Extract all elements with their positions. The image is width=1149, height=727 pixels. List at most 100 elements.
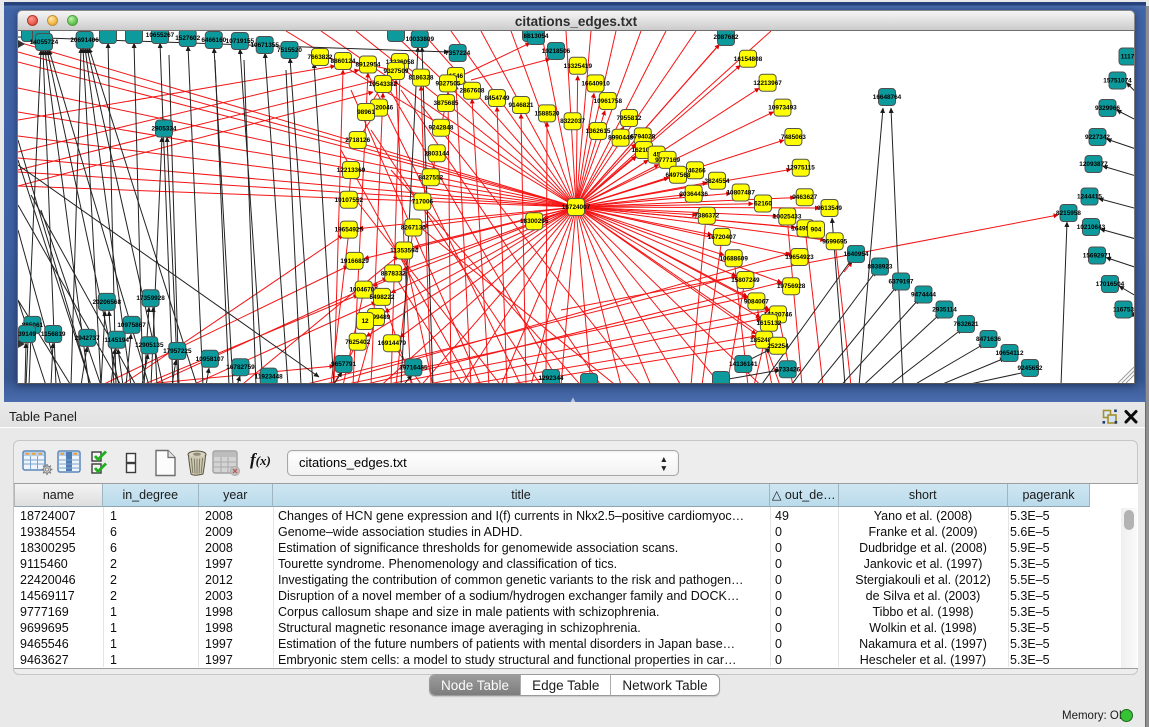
svg-text:16640910: 16640910 [581,80,610,87]
svg-text:12975115: 12975115 [787,165,816,172]
svg-text:9245652: 9245652 [1018,365,1043,372]
svg-text:6379197: 6379197 [889,279,914,286]
svg-text:17359928: 17359928 [136,295,165,302]
svg-text:8267130: 8267130 [401,225,426,232]
svg-text:15720407: 15720407 [708,234,737,241]
svg-text:6466160: 6466160 [201,37,226,44]
svg-text:9463627: 9463627 [792,194,817,201]
svg-text:9227342: 9227342 [1085,134,1110,141]
svg-text:1362615: 1362615 [586,128,611,135]
svg-text:18300295: 18300295 [520,218,549,225]
svg-text:2087682: 2087682 [714,34,739,41]
svg-text:14136141: 14136141 [729,361,758,368]
svg-text:7663822: 7663822 [308,54,333,61]
svg-text:19756928: 19756928 [777,283,806,290]
svg-text:9474444: 9474444 [911,292,936,299]
svg-text:7386372: 7386372 [694,213,719,220]
svg-text:9146821: 9146821 [509,102,534,109]
svg-text:16914479: 16914479 [378,340,407,347]
svg-text:8813054: 8813054 [524,33,549,40]
svg-text:1640954: 1640954 [844,251,869,258]
svg-text:3875685: 3875685 [434,100,459,107]
svg-text:17957225: 17957225 [163,348,192,355]
svg-text:19218506: 19218506 [542,48,571,55]
svg-text:10973493: 10973493 [768,105,797,112]
svg-text:98961: 98961 [357,109,375,116]
svg-text:1733426: 1733426 [775,366,800,373]
svg-text:10958107: 10958107 [196,356,225,363]
svg-text:9084067: 9084067 [744,298,769,305]
svg-text:62160: 62160 [754,201,772,208]
svg-text:1244415: 1244415 [1077,194,1102,201]
svg-text:9242848: 9242848 [429,125,454,132]
svg-text:252254: 252254 [767,343,789,350]
svg-text:15692971: 15692971 [1083,253,1112,260]
svg-text:9613549: 9613549 [817,205,842,212]
svg-text:1145194: 1145194 [104,337,129,344]
svg-text:2803144: 2803144 [424,150,449,157]
svg-text:8186328: 8186328 [409,75,434,82]
svg-text:39149: 39149 [18,331,36,338]
svg-text:10033809: 10033809 [406,36,435,43]
svg-text:7485063: 7485063 [781,134,806,141]
svg-text:18724007: 18724007 [562,204,591,211]
svg-text:9777169: 9777169 [655,157,680,164]
svg-text:10975867: 10975867 [117,322,146,329]
svg-text:20364436: 20364436 [679,191,708,198]
svg-text:12093877: 12093877 [1079,161,1108,168]
svg-text:1615132: 1615132 [756,320,781,327]
svg-text:20206568: 20206568 [93,299,122,306]
svg-text:16648764: 16648764 [873,94,902,101]
svg-text:8454749: 8454749 [485,95,510,102]
svg-text:12213967: 12213967 [753,80,782,87]
svg-text:10807487: 10807487 [726,190,755,197]
svg-text:7632621: 7632621 [954,321,979,328]
svg-text:15751074: 15751074 [1103,78,1132,85]
svg-text:8215958: 8215958 [1056,210,1081,217]
svg-text:10107552: 10107552 [335,197,364,204]
svg-text:7515520: 7515520 [277,47,302,54]
svg-text:19166829: 19166829 [340,258,369,265]
svg-text:2718126: 2718126 [345,137,370,144]
svg-text:19654925: 19654925 [335,227,364,234]
svg-text:19716485: 19716485 [399,364,428,371]
svg-text:904: 904 [811,227,822,234]
svg-text:12: 12 [361,318,369,325]
svg-text:19654923: 19654923 [785,254,814,261]
svg-text:8938923: 8938923 [868,264,893,271]
svg-text:10210643: 10210643 [1077,224,1106,231]
svg-text:12213369: 12213369 [337,167,366,174]
svg-text:9699695: 9699695 [822,238,847,245]
svg-text:2942737: 2942737 [75,335,100,342]
svg-text:9327509: 9327509 [384,68,409,75]
svg-text:1527602: 1527602 [175,35,200,42]
svg-text:10025433: 10025433 [773,214,802,221]
svg-text:14055724: 14055724 [30,39,59,46]
svg-text:10961758: 10961758 [594,98,623,105]
svg-text:15807249: 15807249 [731,277,760,284]
svg-text:10654112: 10654112 [995,350,1024,357]
svg-text:7955812: 7955812 [617,115,642,122]
svg-text:8427552: 8427552 [418,174,443,181]
svg-text:11923448: 11923448 [255,374,284,381]
svg-text:1156819: 1156819 [41,331,66,338]
svg-text:17016504: 17016504 [1096,281,1125,288]
svg-text:9327505: 9327505 [436,80,461,87]
svg-text:6794028: 6794028 [630,133,655,140]
svg-text:7625402: 7625402 [345,339,370,346]
svg-text:8860124: 8860124 [331,58,356,65]
svg-text:2935114: 2935114 [932,307,957,314]
svg-text:1292344: 1292344 [539,375,564,382]
svg-text:16154808: 16154808 [734,56,763,63]
svg-text:10671355: 10671355 [250,42,279,49]
svg-text:1588520: 1588520 [535,110,560,117]
svg-text:2905334: 2905334 [152,126,177,133]
svg-text:116753: 116753 [1113,307,1134,314]
svg-text:1117: 1117 [1121,54,1135,61]
svg-text:8912954: 8912954 [356,62,381,69]
svg-text:9657791: 9657791 [331,361,356,368]
svg-text:9329966: 9329966 [1095,105,1120,112]
svg-text:2867608: 2867608 [460,88,485,95]
svg-text:16782759: 16782759 [226,364,255,371]
svg-text:6497568: 6497568 [666,172,691,179]
